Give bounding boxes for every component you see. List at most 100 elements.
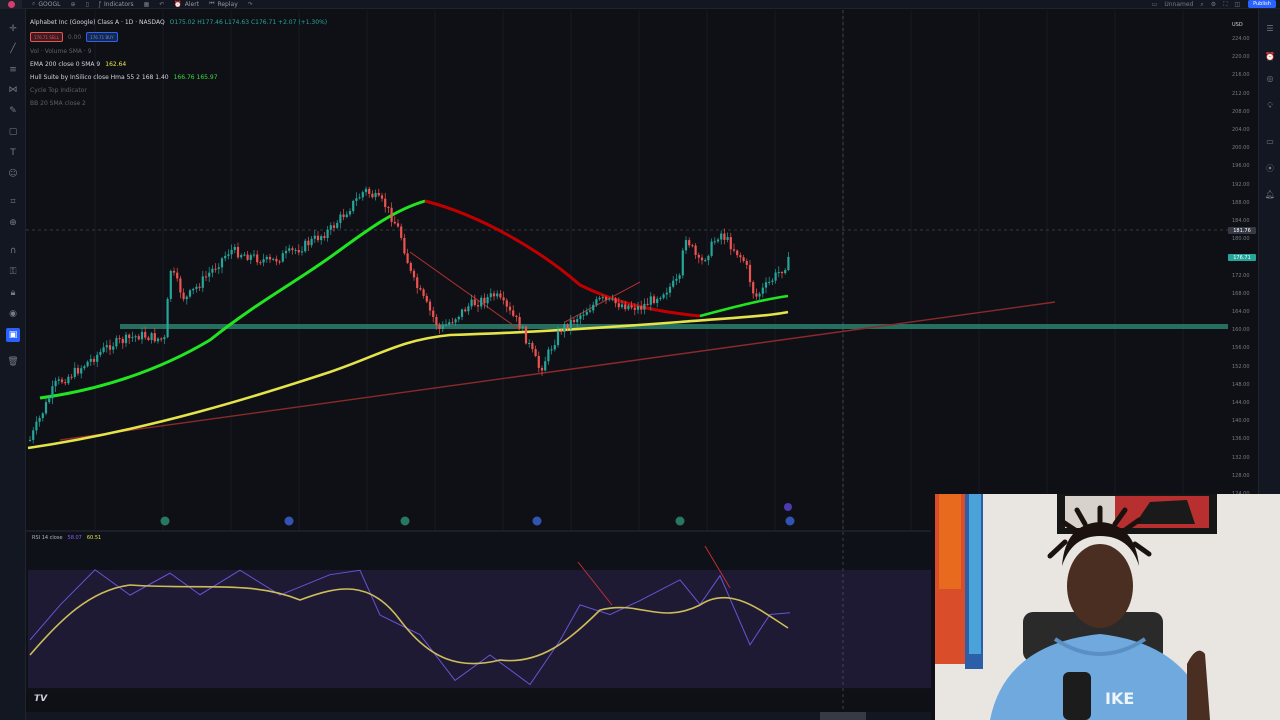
candle: [73, 367, 76, 377]
candle: [438, 325, 441, 329]
candle: [774, 272, 777, 281]
symbol-title[interactable]: Alphabet Inc (Google) Class A · 1D · NAS…: [30, 19, 165, 26]
candle: [748, 264, 752, 283]
candle: [380, 195, 384, 199]
price-tick: 196.00: [1232, 163, 1250, 170]
candle: [464, 309, 467, 312]
candle: [544, 361, 547, 371]
sell-label: SELL: [49, 34, 59, 40]
price-tick: 216.00: [1232, 72, 1250, 79]
volume-legend[interactable]: Vol · Volume SMA · 9: [30, 48, 327, 55]
rsi-legend[interactable]: RSI 14 close 58.07 60.51: [32, 535, 101, 541]
candle: [713, 241, 716, 243]
time-label-crosshair: [820, 712, 866, 720]
candle: [236, 246, 240, 258]
candle: [51, 386, 54, 399]
candle: [76, 367, 80, 374]
trade-buttons: 176.71 SELL 0.00 176.71 BUY: [30, 32, 327, 42]
price-tick: 204.00: [1232, 127, 1250, 133]
candle: [323, 236, 326, 238]
candle: [752, 282, 755, 294]
price-tick: 200.00: [1232, 145, 1250, 152]
candle: [400, 226, 403, 238]
candle: [432, 310, 435, 317]
candle: [512, 310, 515, 316]
buy-button[interactable]: 176.71 BUY: [86, 32, 118, 42]
candle: [307, 240, 310, 246]
cycle-legend[interactable]: Cycle Top Indicator: [30, 87, 327, 94]
cycle-label: Cycle Top Indicator: [30, 87, 87, 94]
candle: [540, 367, 544, 371]
candle: [230, 249, 233, 255]
candle: [278, 261, 281, 263]
buy-label: BUY: [105, 34, 114, 40]
chart-legend: Alphabet Inc (Google) Class A · 1D · NAS…: [30, 19, 327, 113]
candle: [604, 297, 608, 300]
candle: [214, 268, 217, 270]
candle: [272, 258, 275, 260]
candle: [732, 249, 736, 251]
candle: [716, 239, 720, 242]
candle: [220, 258, 224, 268]
candle: [630, 305, 633, 308]
candle: [694, 245, 697, 255]
hull-legend[interactable]: Hull Suite by InSilico close Hma 55 2 16…: [30, 74, 327, 81]
event-marker: [532, 516, 542, 526]
candle: [275, 258, 278, 262]
ema-label: EMA 200 close 0 SMA 9: [30, 61, 101, 68]
bb-legend[interactable]: BB 20 SMA close 2: [30, 100, 327, 107]
candle: [531, 342, 534, 350]
candle: [211, 268, 214, 273]
candle: [726, 237, 729, 240]
candle: [300, 251, 304, 253]
candle: [156, 338, 160, 342]
candle: [416, 277, 419, 288]
candle: [505, 300, 508, 307]
price-tick: 188.00: [1232, 199, 1250, 206]
candle: [585, 311, 588, 315]
candle: [131, 337, 134, 339]
candle: [672, 280, 675, 287]
candle: [428, 301, 432, 311]
candle: [636, 306, 640, 310]
candle: [617, 303, 620, 308]
price-scale[interactable]: USD 224.00 220.00 216.00 212.00 208.00 204.00…: [1228, 20, 1258, 497]
candle: [633, 307, 636, 310]
candle: [198, 286, 201, 288]
candle: [89, 358, 92, 362]
candle: [582, 314, 585, 316]
candle: [169, 270, 172, 299]
candle: [409, 262, 412, 271]
candle: [38, 417, 41, 422]
candle: [259, 262, 262, 264]
candle: [556, 330, 560, 346]
candle: [384, 198, 387, 208]
sell-button[interactable]: 176.71 SELL: [30, 32, 63, 42]
candle: [406, 253, 409, 263]
candle: [48, 398, 51, 403]
candle: [668, 286, 672, 293]
candle: [569, 320, 572, 329]
candle: [444, 324, 448, 326]
ema-legend[interactable]: EMA 200 close 0 SMA 9 162.64: [30, 61, 327, 68]
candle: [588, 310, 592, 312]
candle: [128, 334, 131, 339]
candle: [576, 319, 579, 323]
candle: [112, 346, 115, 350]
hull-label: Hull Suite by InSilico close Hma 55 2 16…: [30, 74, 169, 81]
candle: [566, 324, 569, 329]
candle: [179, 278, 182, 293]
candle: [64, 382, 67, 384]
event-marker: [160, 516, 170, 526]
candle: [348, 211, 352, 215]
candle: [268, 256, 272, 260]
candle: [281, 253, 284, 262]
candle: [419, 287, 422, 290]
candle: [201, 276, 204, 288]
candle: [291, 248, 294, 250]
candle: [678, 275, 681, 279]
candle: [473, 299, 476, 306]
candle: [233, 246, 236, 250]
candle: [163, 337, 166, 340]
symbol-legend: Alphabet Inc (Google) Class A · 1D · NAS…: [30, 19, 327, 26]
